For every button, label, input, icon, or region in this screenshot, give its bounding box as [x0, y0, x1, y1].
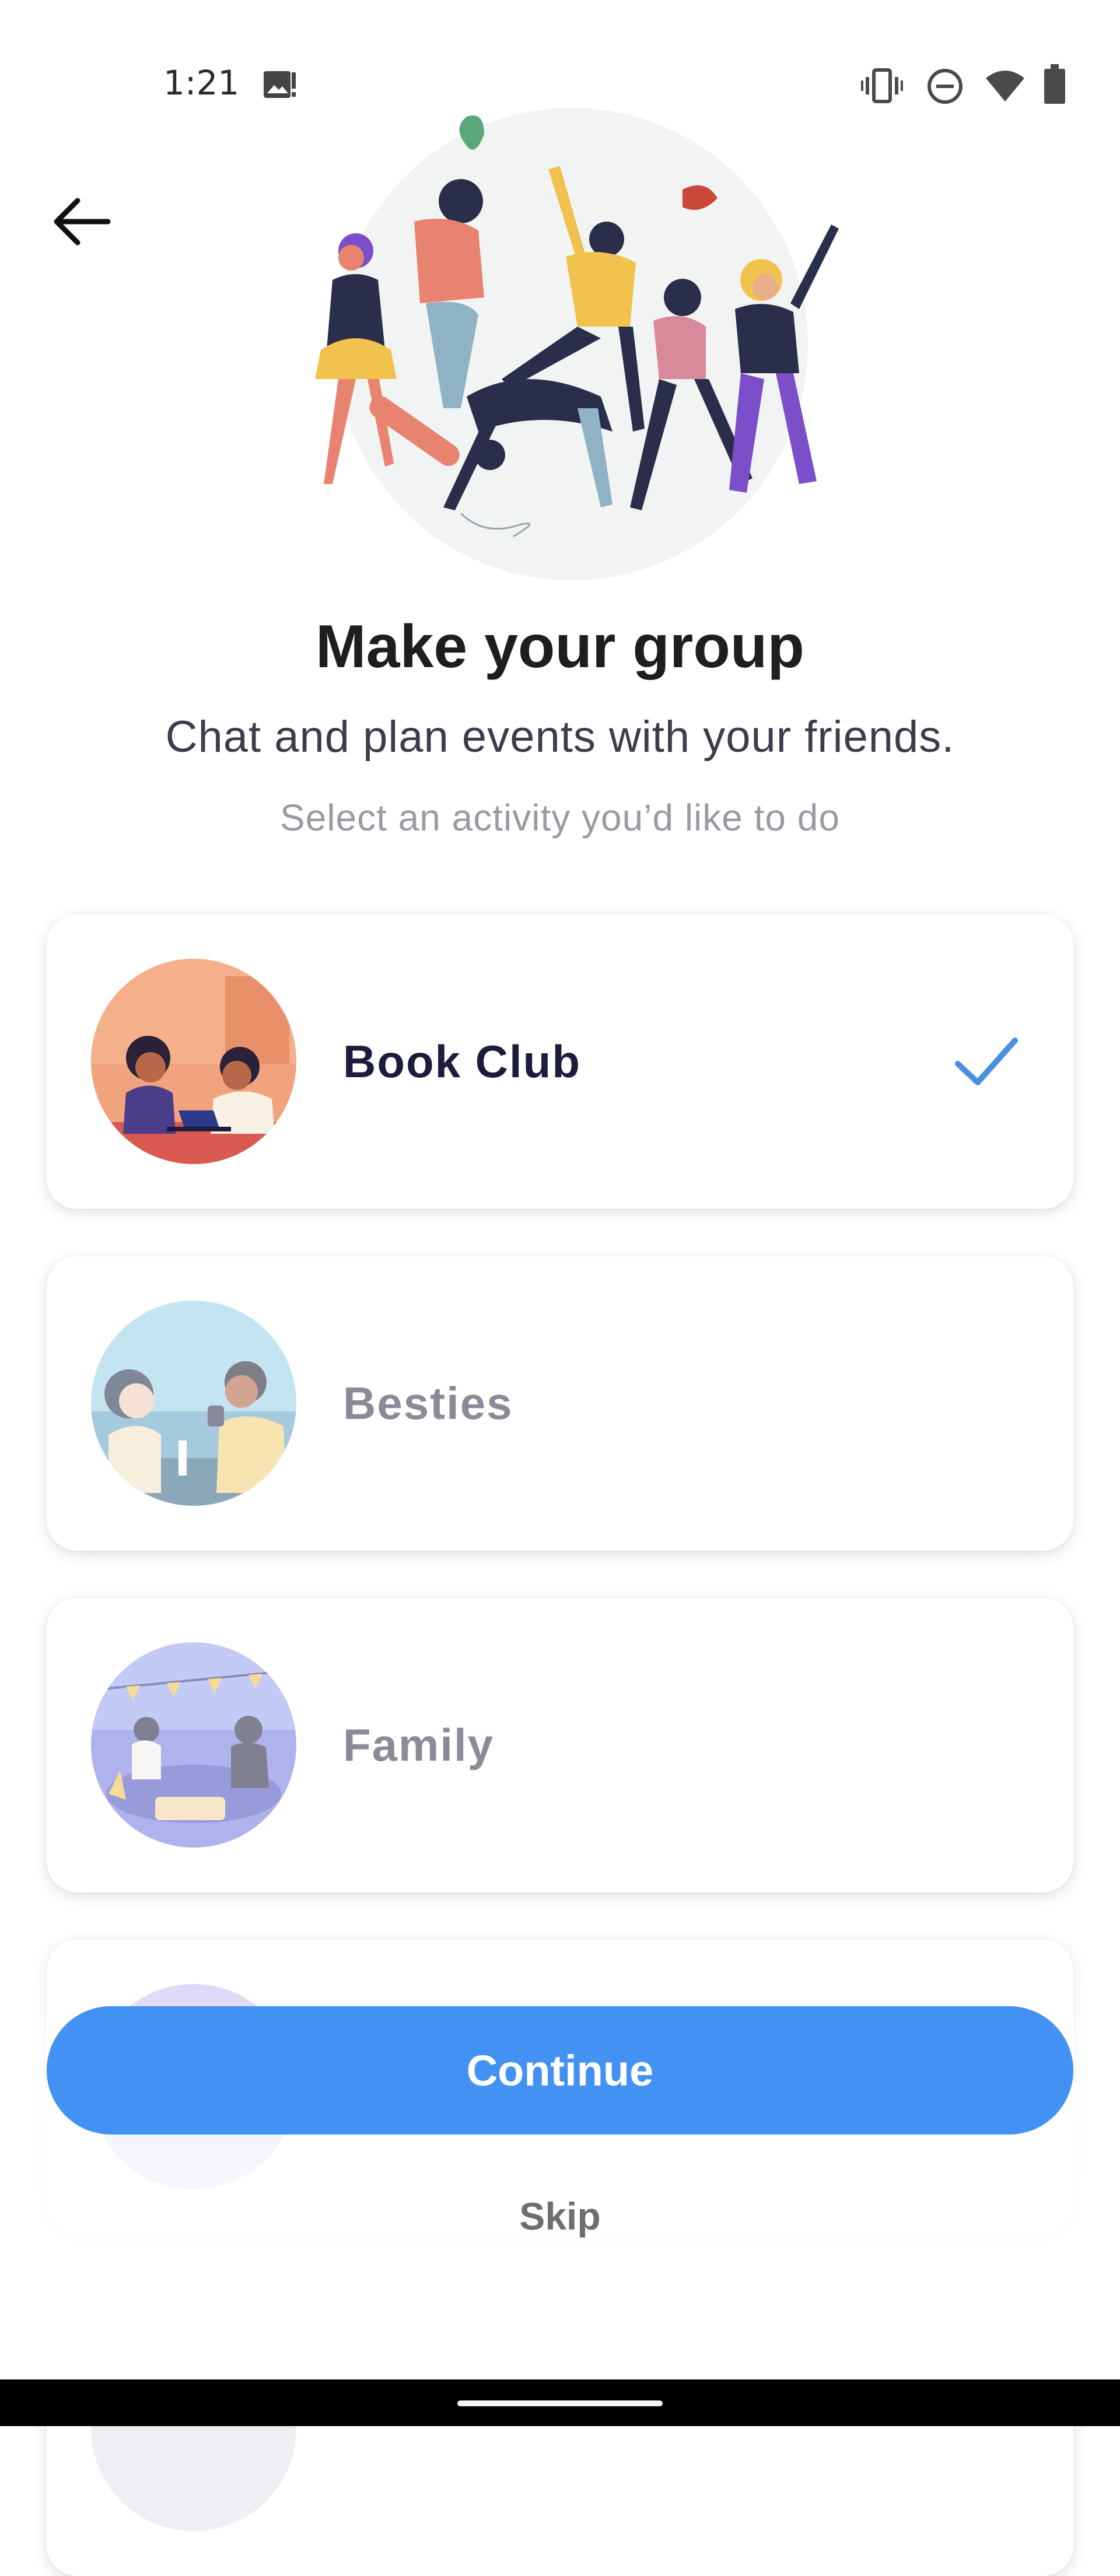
page-title: Make your group: [316, 613, 804, 681]
activity-card-book-club[interactable]: Book Club: [47, 914, 1073, 1209]
back-button[interactable]: [41, 181, 123, 262]
activity-label: Besties: [343, 1378, 513, 1429]
activity-hint: Select an activity you’d like to do: [280, 797, 840, 839]
activity-card-family[interactable]: Family: [47, 1598, 1073, 1892]
wifi-icon: [986, 71, 1024, 101]
activity-label: Book Club: [343, 1036, 581, 1087]
image-notification-icon: [264, 71, 296, 98]
book-club-illustration: [91, 959, 296, 1164]
status-time: 1:21: [163, 63, 240, 103]
family-illustration: [91, 1642, 296, 1848]
arrow-left-icon: [54, 198, 111, 246]
vibrate-icon: [861, 68, 903, 103]
do-not-disturb-icon: [928, 69, 963, 104]
skip-link[interactable]: Skip: [0, 2194, 1120, 2238]
navigation-bar: [0, 2379, 1120, 2426]
home-indicator[interactable]: [457, 2400, 663, 2406]
continue-button[interactable]: Continue: [47, 2006, 1073, 2135]
activity-card-besties[interactable]: Besties: [47, 1256, 1073, 1551]
besties-illustration: [91, 1301, 296, 1506]
group-dancing-illustration: [315, 108, 839, 580]
checkmark-icon: [955, 1038, 1018, 1085]
page-subtitle: Chat and plan events with your friends.: [165, 712, 955, 762]
activity-label: Family: [343, 1719, 495, 1771]
battery-icon: [1044, 64, 1065, 104]
